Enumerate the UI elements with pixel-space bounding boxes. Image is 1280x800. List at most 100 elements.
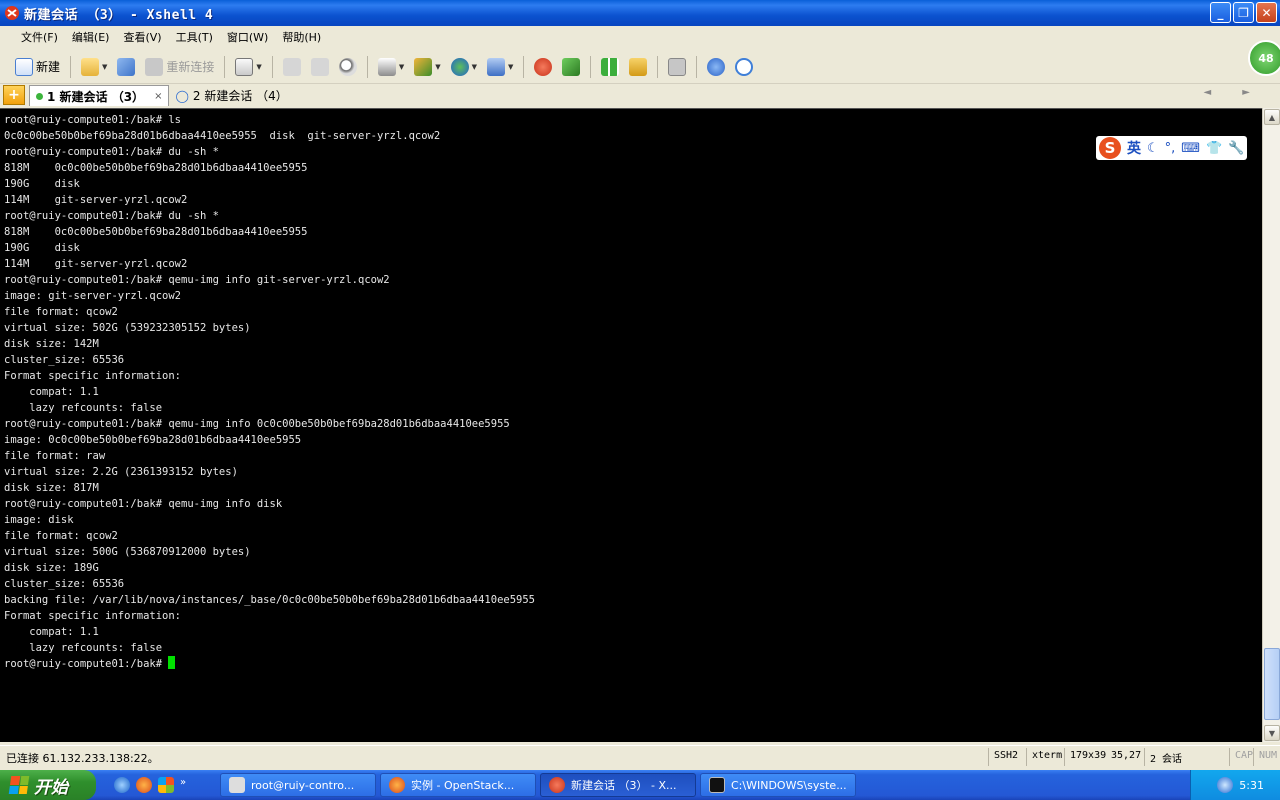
chat-button[interactable] — [732, 54, 756, 80]
menu-edit[interactable]: 编辑(E) — [65, 27, 117, 47]
protocol-status: SSH2 — [988, 748, 1023, 766]
help-button[interactable] — [704, 54, 728, 80]
tab-session-3[interactable]: 1 新建会话 （3） × — [29, 85, 170, 106]
connection-status: 已连接 61.132.233.138:22。 — [6, 752, 159, 765]
copy-button[interactable] — [280, 54, 304, 80]
chevron-down-icon: ▼ — [507, 62, 514, 71]
add-tab-button[interactable]: + — [3, 85, 25, 105]
link-icon — [117, 57, 136, 76]
title-bar: 新建会话 （3） - Xshell 4 _ ❐ ✕ — [0, 0, 1280, 26]
toolbar-separator — [523, 55, 525, 78]
tab-scroll-arrows[interactable]: ◄ ► — [1203, 87, 1264, 98]
cursor-position-status: 35,27 — [1111, 750, 1142, 761]
menu-help[interactable]: 帮助(H) — [275, 27, 328, 47]
terminal-line: 114M git-server-yrzl.qcow2 — [4, 258, 188, 270]
terminal-line: root@ruiy-compute01:/bak# ls — [4, 114, 182, 126]
firefox-icon[interactable] — [136, 777, 152, 793]
moon-icon[interactable]: ☾ — [1147, 141, 1159, 156]
taskbar-item-cmd[interactable]: C:\WINDOWS\syste... — [700, 773, 856, 797]
tab-label: 2 新建会话 （4） — [192, 89, 288, 103]
scroll-up-arrow[interactable]: ▲ — [1264, 109, 1280, 125]
terminal-line: root@ruiy-compute01:/bak# qemu-img info … — [4, 418, 510, 430]
tab-label: 1 新建会话 （3） — [47, 89, 145, 104]
clock[interactable]: 5:31 — [1239, 779, 1264, 792]
terminal-line: root@ruiy-compute01:/bak# qemu-img info … — [4, 274, 390, 286]
sogou-logo[interactable]: S — [1099, 137, 1121, 159]
new-session-button[interactable]: 新建 — [12, 54, 63, 80]
terminal-type-status: xterm — [1026, 748, 1067, 766]
more-arrows-icon[interactable]: » — [180, 777, 196, 793]
terminal-line: lazy refcounts: false — [4, 642, 163, 654]
terminal-line: 818M 0c0c00be50b0bef69ba28d01b6dbaa4410e… — [4, 226, 308, 238]
keyboard-button[interactable] — [665, 54, 689, 80]
xftp-button[interactable] — [531, 54, 555, 80]
properties-button[interactable]: ▼ — [232, 54, 264, 80]
globe-button[interactable]: ▼ — [448, 54, 480, 80]
ime-toolbar[interactable]: S 英 ☾ °, ⌨ 👕 🔧 — [1096, 136, 1248, 160]
scroll-thumb[interactable] — [1264, 648, 1280, 720]
start-button[interactable]: 开始 — [0, 770, 96, 800]
find-button[interactable] — [336, 54, 360, 80]
connected-dot-icon — [36, 92, 43, 100]
taskbar-item-xshell[interactable]: 新建会话 （3） - X... — [540, 773, 696, 797]
wrench-icon[interactable]: 🔧 — [1228, 141, 1244, 156]
menu-view[interactable]: 查看(V) — [116, 27, 168, 47]
terminal-area[interactable]: root@ruiy-compute01:/bak# ls 0c0c00be50b0… — [0, 108, 1262, 742]
lock-button[interactable] — [626, 54, 650, 80]
menu-file[interactable]: 文件(F) — [14, 27, 65, 47]
terminal-line: disk size: 817M — [4, 482, 99, 494]
taskbar-item-label: C:\WINDOWS\syste... — [731, 778, 847, 792]
num-lock-status: NUM — [1253, 748, 1280, 766]
toolbar-separator — [70, 55, 72, 78]
taskbar: 开始 » root@ruiy-contro... 实例 - OpenStack.… — [0, 770, 1280, 800]
shirt-icon[interactable]: 👕 — [1206, 141, 1222, 156]
punctuation-icon[interactable]: °, — [1165, 141, 1176, 156]
terminal-line: root@ruiy-compute01:/bak# qemu-img info … — [4, 498, 283, 510]
menu-window[interactable]: 窗口(W) — [220, 27, 275, 47]
paste-button[interactable] — [308, 54, 332, 80]
terminal-line: image: git-server-yrzl.qcow2 — [4, 290, 182, 302]
close-button[interactable]: ✕ — [1256, 2, 1277, 23]
terminal-line: virtual size: 502G (539232305152 bytes) — [4, 322, 251, 334]
chevron-down-icon: ▼ — [435, 62, 441, 71]
keyboard-icon[interactable]: ⌨ — [1181, 141, 1200, 156]
connect-button[interactable] — [114, 54, 138, 80]
toolbar-separator — [696, 55, 698, 78]
floating-badge[interactable]: 48 — [1248, 40, 1280, 76]
menu-bar: 文件(F) 编辑(E) 查看(V) 工具(T) 窗口(W) 帮助(H) — [0, 26, 1280, 48]
tunnel-button[interactable] — [559, 54, 583, 80]
toolbar: 新建 ▼ 重新连接 ▼ ▼ ▼ ▼ ▼ — [0, 50, 1280, 84]
menu-tools[interactable]: 工具(T) — [169, 27, 220, 47]
terminal-line: virtual size: 2.2G (2361393152 bytes) — [4, 466, 238, 478]
ie-icon[interactable] — [114, 777, 130, 793]
network-icon[interactable] — [1217, 777, 1234, 793]
terminal-line: lazy refcounts: false — [4, 402, 163, 414]
font-button[interactable]: ▼ — [484, 54, 516, 80]
transfer-button[interactable]: ▼ — [411, 54, 443, 80]
terminal-line: file format: qcow2 — [4, 306, 118, 318]
reconnect-button[interactable]: 重新连接 — [142, 54, 217, 80]
print-button[interactable]: ▼ — [375, 54, 407, 80]
taskbar-item-label: root@ruiy-contro... — [251, 778, 355, 792]
layout-button[interactable] — [598, 54, 622, 80]
system-tray: 5:31 — [1190, 770, 1280, 800]
terminal-prompt: root@ruiy-compute01:/bak# — [4, 658, 169, 670]
taskbar-item-label: 新建会话 （3） - X... — [571, 779, 677, 792]
windows-app-icon[interactable] — [158, 777, 174, 793]
tab-session-4[interactable]: ◯ 2 新建会话 （4） — [169, 85, 293, 106]
taskbar-item-putty[interactable]: root@ruiy-contro... — [220, 773, 376, 797]
open-button[interactable]: ▼ — [78, 54, 110, 80]
windows-logo-icon — [8, 776, 30, 794]
ime-language[interactable]: 英 — [1127, 138, 1141, 158]
scroll-down-arrow[interactable]: ▼ — [1264, 725, 1280, 741]
maximize-button[interactable]: ❐ — [1233, 2, 1254, 23]
terminal-scrollbar[interactable]: ▲ ▼ — [1262, 108, 1280, 742]
tab-close-icon[interactable]: × — [154, 91, 162, 102]
minimize-button[interactable]: _ — [1210, 2, 1231, 23]
session-count-status: 2 会话 — [1144, 748, 1187, 766]
font-icon — [486, 57, 505, 76]
taskbar-item-firefox[interactable]: 实例 - OpenStack... — [380, 773, 536, 797]
copy-icon — [282, 57, 301, 76]
search-icon — [338, 57, 357, 76]
globe-icon — [450, 57, 469, 76]
